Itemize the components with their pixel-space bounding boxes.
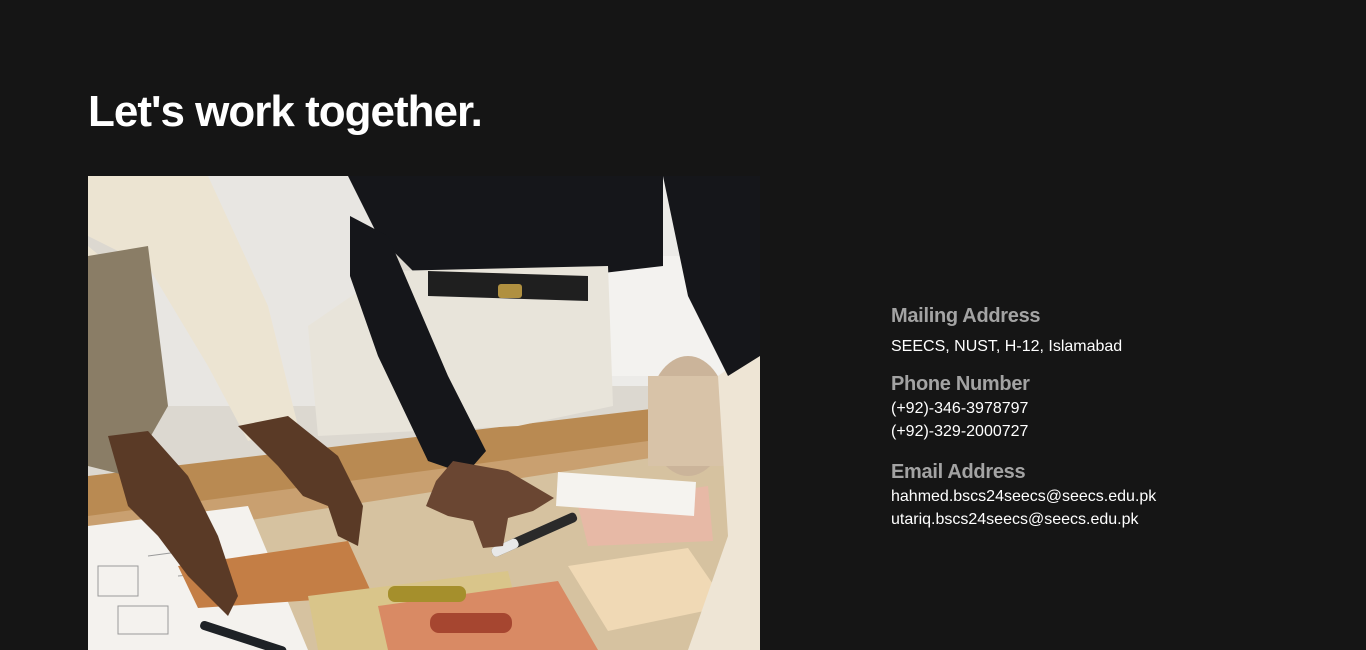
section-heading: Let's work together.	[88, 87, 483, 136]
phone-number-block: Phone Number (+92)-346-3978797 (+92)-329…	[891, 371, 1030, 443]
phone-number-1[interactable]: (+92)-346-3978797	[891, 397, 1030, 420]
phone-number-2[interactable]: (+92)-329-2000727	[891, 420, 1030, 443]
phone-number-label: Phone Number	[891, 373, 1030, 395]
email-address-label: Email Address	[891, 461, 1026, 483]
contact-section: Let's work together. Mailing Address SEE…	[0, 0, 1366, 650]
email-address-2[interactable]: utariq.bscs24seecs@seecs.edu.pk	[891, 508, 1156, 531]
workspace-photo-illustration	[88, 176, 760, 650]
email-address-block: Email Address hahmed.bscs24seecs@seecs.e…	[891, 459, 1156, 531]
mailing-address-value: SEECS, NUST, H-12, Islamabad	[891, 338, 1123, 355]
mailing-address-block: Mailing Address SEECS, NUST, H-12, Islam…	[891, 303, 1122, 358]
email-address-1[interactable]: hahmed.bscs24seecs@seecs.edu.pk	[891, 485, 1156, 508]
workspace-photo	[88, 176, 760, 650]
mailing-address-label: Mailing Address	[891, 305, 1041, 327]
